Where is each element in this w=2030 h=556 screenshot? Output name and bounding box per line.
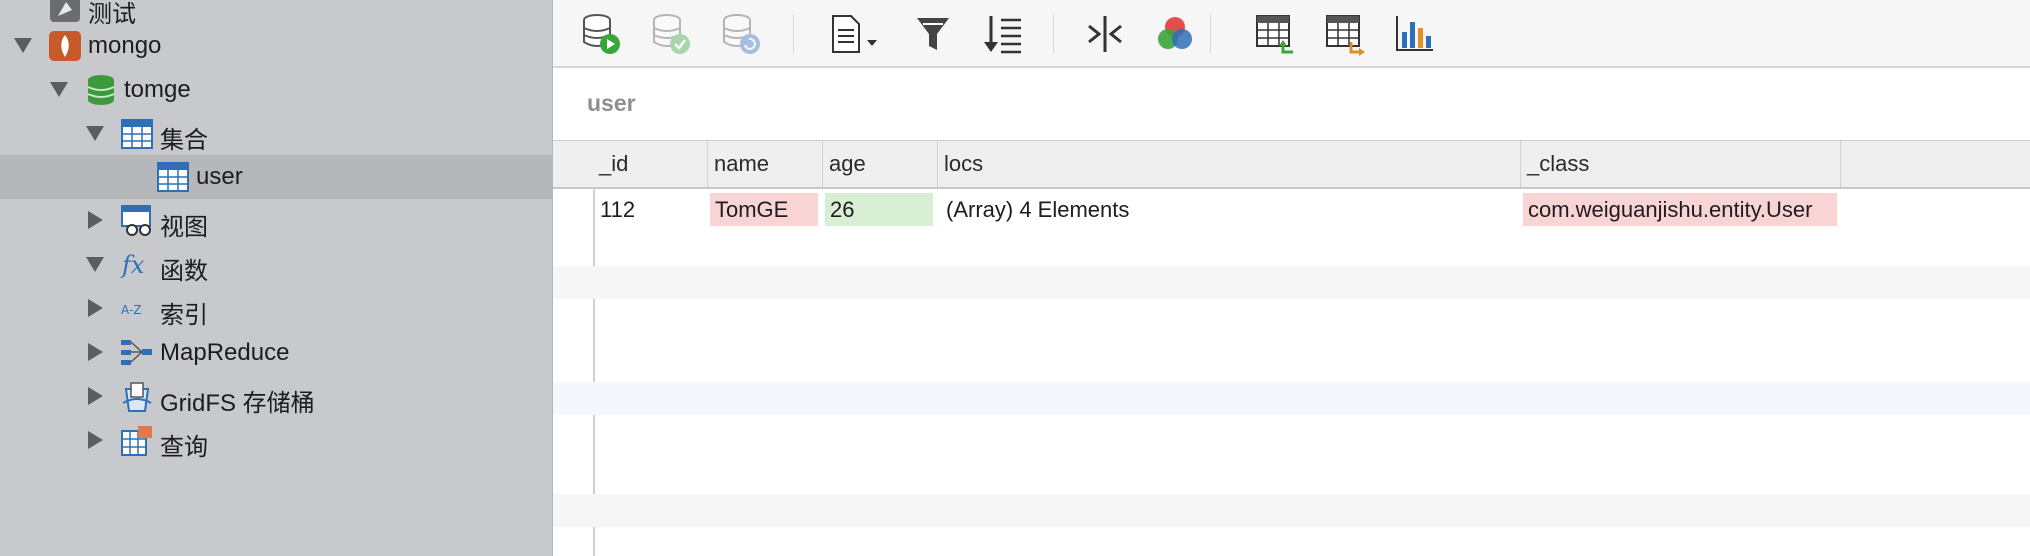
mapreduce-icon xyxy=(120,337,154,369)
empty-row xyxy=(553,494,2030,527)
tree-item-queries[interactable]: 查询 xyxy=(0,419,552,463)
chart-icon[interactable] xyxy=(1393,12,1437,56)
expand-arrow-icon[interactable] xyxy=(86,126,104,141)
cell-locs[interactable]: (Array) 4 Elements xyxy=(941,193,1517,226)
data-grid: _id name age locs _class 112 TomGE 26 (A… xyxy=(553,141,2030,556)
tree-item-views[interactable]: 视图 xyxy=(0,199,552,243)
tree-item-label: MapReduce xyxy=(160,339,290,366)
tree-item-mapreduce[interactable]: MapReduce xyxy=(0,331,552,375)
collection-header: user xyxy=(553,68,2030,141)
run-icon[interactable] xyxy=(579,12,623,56)
table-icon xyxy=(156,161,190,193)
filter-icon[interactable] xyxy=(911,12,955,56)
collections-table-icon xyxy=(120,118,154,150)
column-header-_id[interactable]: _id xyxy=(593,141,708,187)
connection-icon xyxy=(48,0,82,24)
cell-_id[interactable]: 112 xyxy=(595,193,705,226)
table-row[interactable]: 112 TomGE 26 (Array) 4 Elements com.weig… xyxy=(553,193,2030,226)
export-icon[interactable] xyxy=(1323,12,1367,56)
tree-item-label: 函数 xyxy=(160,258,208,285)
split-icon[interactable] xyxy=(1083,12,1127,56)
sidebar-tree: 测试 mongo tomge 集合 user 视图 fx 函数 A-Z 索引 M… xyxy=(0,0,553,556)
tree-item-label: GridFS 存储桶 xyxy=(160,390,315,417)
expand-arrow-icon[interactable] xyxy=(88,211,103,229)
column-header-age[interactable]: age xyxy=(823,141,938,187)
commit-icon[interactable] xyxy=(649,12,693,56)
grid-header: _id name age locs _class xyxy=(553,141,2030,189)
color-icon[interactable] xyxy=(1153,12,1197,56)
tree-item-label: 视图 xyxy=(160,214,208,241)
expand-arrow-icon[interactable] xyxy=(88,431,103,449)
tree-item-label: 集合 xyxy=(160,127,208,154)
view-icon xyxy=(120,205,154,237)
tree-item-collections[interactable]: 集合 xyxy=(0,112,552,156)
gridfs-bucket-icon xyxy=(120,381,154,413)
toolbar-separator xyxy=(793,14,794,54)
cell-name[interactable]: TomGE xyxy=(710,193,818,226)
toolbar xyxy=(553,0,2030,68)
tree-item-user[interactable]: user xyxy=(0,155,552,199)
tree-item-mongo[interactable]: mongo xyxy=(0,24,552,68)
sort-icon[interactable] xyxy=(981,12,1025,56)
svg-text:A-Z: A-Z xyxy=(121,303,142,317)
document-view-icon[interactable] xyxy=(827,12,887,56)
expand-arrow-icon[interactable] xyxy=(86,257,104,272)
tree-item-label: tomge xyxy=(124,76,191,103)
empty-row xyxy=(553,382,2030,415)
column-header-name[interactable]: name xyxy=(708,141,823,187)
query-icon xyxy=(120,425,154,457)
tree-item-tomge[interactable]: tomge xyxy=(0,68,552,112)
toolbar-separator xyxy=(1053,14,1054,54)
tree-item-gridfs[interactable]: GridFS 存储桶 xyxy=(0,375,552,419)
tree-item-label: 索引 xyxy=(160,302,208,329)
column-header-locs[interactable]: locs xyxy=(938,141,1521,187)
import-icon[interactable] xyxy=(1253,12,1297,56)
expand-arrow-icon[interactable] xyxy=(88,343,103,361)
tree-item-indexes[interactable]: A-Z 索引 xyxy=(0,287,552,331)
refresh-icon[interactable] xyxy=(719,12,763,56)
column-header-_class[interactable]: _class xyxy=(1521,141,1841,187)
expand-arrow-icon[interactable] xyxy=(88,299,103,317)
expand-arrow-icon[interactable] xyxy=(88,387,103,405)
cell-_class[interactable]: com.weiguanjishu.entity.User xyxy=(1523,193,1837,226)
mongodb-leaf-icon xyxy=(48,30,82,62)
tree-item-label: user xyxy=(196,163,243,190)
expand-arrow-icon[interactable] xyxy=(50,82,68,97)
expand-arrow-icon[interactable] xyxy=(14,38,32,53)
toolbar-separator xyxy=(1210,14,1211,54)
tree-item-label: mongo xyxy=(88,32,162,59)
empty-row xyxy=(553,266,2030,299)
collection-viewer: user _id name age locs _class 112 TomGE … xyxy=(553,0,2030,556)
tree-item-label: 查询 xyxy=(160,434,208,461)
tree-item-functions[interactable]: fx 函数 xyxy=(0,243,552,287)
database-icon xyxy=(84,74,118,106)
collection-title: user xyxy=(587,90,636,116)
svg-text:fx: fx xyxy=(120,251,145,279)
function-fx-icon: fx xyxy=(120,249,154,281)
cell-age[interactable]: 26 xyxy=(825,193,933,226)
index-az-icon: A-Z xyxy=(120,293,154,325)
